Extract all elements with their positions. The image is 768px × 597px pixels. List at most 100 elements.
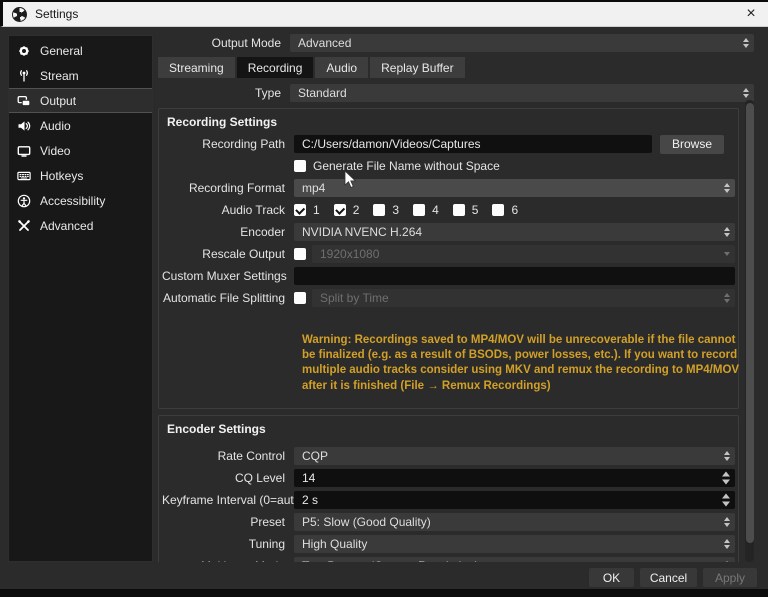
audio-track-checkboxes: 1 2 3 4 5 6: [294, 203, 525, 217]
spinner-arrows-icon: [743, 88, 749, 98]
custom-muxer-label: Custom Muxer Settings: [162, 269, 294, 283]
spinner-arrows-icon[interactable]: [722, 493, 730, 506]
audio-track-2-label: 2: [353, 203, 360, 217]
group-title: Encoder Settings: [162, 420, 735, 442]
encoder-label: Encoder: [162, 225, 294, 239]
scrollbar-thumb[interactable]: [746, 103, 754, 543]
sidebar-item-output[interactable]: Output: [9, 88, 152, 113]
audio-track-1-label: 1: [313, 203, 320, 217]
sidebar-item-label: Hotkeys: [40, 169, 83, 183]
spinner-arrows-icon[interactable]: [722, 471, 730, 484]
auto-split-checkbox[interactable]: [294, 292, 306, 304]
encoder-value: NVIDIA NVENC H.264: [302, 225, 422, 239]
encoder-settings-group: Encoder Settings Rate Control CQP CQ Lev…: [158, 415, 739, 562]
sidebar-item-audio[interactable]: Audio: [9, 113, 152, 138]
rate-control-value: CQP: [302, 449, 328, 463]
encoder-select[interactable]: NVIDIA NVENC H.264: [294, 223, 735, 241]
spinner-arrows-icon: [724, 227, 730, 237]
cancel-button[interactable]: Cancel: [640, 568, 697, 587]
keyboard-icon: [16, 168, 31, 183]
tab-audio[interactable]: Audio: [315, 57, 368, 78]
audio-track-1-checkbox[interactable]: [294, 204, 306, 216]
output-mode-value: Advanced: [298, 36, 351, 50]
sidebar-item-label: Accessibility: [40, 194, 105, 208]
keyframe-interval-label: Keyframe Interval (0=auto): [162, 493, 294, 507]
audio-track-row: Audio Track 1 2 3 4 5 6: [162, 201, 735, 219]
auto-split-label: Automatic File Splitting: [162, 291, 294, 305]
recording-path-label: Recording Path: [162, 137, 294, 151]
type-label: Type: [158, 86, 290, 100]
generate-no-space-label: Generate File Name without Space: [313, 159, 500, 173]
recording-format-select[interactable]: mp4: [294, 179, 735, 197]
audio-track-3-label: 3: [392, 203, 399, 217]
dialog-footer: OK Cancel Apply: [0, 562, 768, 590]
tuning-select[interactable]: High Quality: [294, 535, 735, 553]
auto-split-row: Automatic File Splitting Split by Time: [162, 289, 735, 307]
recording-path-row: Recording Path C:/Users/damon/Videos/Cap…: [162, 135, 735, 153]
scrollbar-track[interactable]: [745, 100, 754, 562]
titlebar: Settings ×: [0, 0, 768, 27]
recording-format-value: mp4: [302, 181, 325, 195]
audio-track-2-checkbox[interactable]: [334, 204, 346, 216]
tab-replay-buffer[interactable]: Replay Buffer: [370, 57, 465, 78]
spinner-arrows-icon: [724, 293, 730, 303]
sidebar-item-accessibility[interactable]: Accessibility: [9, 188, 152, 213]
rescale-output-checkbox[interactable]: [294, 248, 306, 260]
type-select[interactable]: Standard: [290, 84, 754, 102]
audio-track-3-checkbox[interactable]: [373, 204, 385, 216]
window-bottom-edge: [0, 589, 768, 597]
antenna-icon: [16, 68, 31, 83]
preset-row: Preset P5: Slow (Good Quality): [162, 513, 735, 531]
window-title: Settings: [35, 7, 78, 21]
sidebar-item-label: Video: [40, 144, 70, 158]
custom-muxer-input[interactable]: [294, 267, 735, 285]
rescale-output-select: 1920x1080: [312, 245, 735, 263]
custom-muxer-row: Custom Muxer Settings: [162, 267, 735, 285]
spinner-arrows-icon: [724, 517, 730, 527]
settings-scroll-area: Type Standard Recording Settings Recordi…: [158, 80, 760, 562]
sidebar-item-stream[interactable]: Stream: [9, 63, 152, 88]
generate-no-space-row: Generate File Name without Space: [162, 157, 735, 175]
output-mode-select[interactable]: Advanced: [290, 34, 754, 52]
close-icon[interactable]: ×: [738, 2, 764, 26]
audio-track-5-label: 5: [472, 203, 479, 217]
keyframe-interval-row: Keyframe Interval (0=auto) 2 s: [162, 491, 735, 509]
auto-split-value: Split by Time: [320, 291, 389, 305]
preset-select[interactable]: P5: Slow (Good Quality): [294, 513, 735, 531]
recording-path-input[interactable]: C:/Users/damon/Videos/Captures: [294, 135, 652, 153]
audio-track-4-checkbox[interactable]: [413, 204, 425, 216]
sidebar-item-video[interactable]: Video: [9, 138, 152, 163]
cq-level-spinbox[interactable]: 14: [294, 469, 735, 487]
sidebar-item-advanced[interactable]: Advanced: [9, 213, 152, 238]
tab-streaming[interactable]: Streaming: [158, 57, 235, 78]
sidebar-item-label: Output: [40, 94, 76, 108]
audio-track-5-checkbox[interactable]: [453, 204, 465, 216]
mouse-cursor: [344, 170, 357, 189]
audio-track-6-checkbox[interactable]: [492, 204, 504, 216]
sidebar-item-label: Audio: [40, 119, 71, 133]
rate-control-select[interactable]: CQP: [294, 447, 735, 465]
rescale-output-value: 1920x1080: [320, 247, 379, 261]
browse-button[interactable]: Browse: [660, 135, 724, 154]
sidebar-item-general[interactable]: General: [9, 38, 152, 63]
tab-recording[interactable]: Recording: [237, 57, 314, 78]
generate-no-space-checkbox[interactable]: [294, 160, 306, 172]
obs-logo-icon: [12, 7, 27, 22]
sidebar-item-hotkeys[interactable]: Hotkeys: [9, 163, 152, 188]
encoder-row: Encoder NVIDIA NVENC H.264: [162, 223, 735, 241]
ok-button[interactable]: OK: [589, 568, 634, 587]
output-tabbar: Streaming Recording Audio Replay Buffer: [158, 57, 465, 78]
apply-button[interactable]: Apply: [703, 568, 757, 587]
cq-level-row: CQ Level 14: [162, 469, 735, 487]
recording-format-row: Recording Format mp4: [162, 179, 735, 197]
accessibility-icon: [16, 193, 31, 208]
spinner-arrows-icon: [724, 539, 730, 549]
preset-value: P5: Slow (Good Quality): [302, 515, 431, 529]
sidebar-item-label: Stream: [40, 69, 79, 83]
chevron-down-icon: [724, 252, 730, 256]
rate-control-row: Rate Control CQP: [162, 447, 735, 465]
preset-label: Preset: [162, 515, 294, 529]
mp4-warning-text: Warning: Recordings saved to MP4/MOV wil…: [302, 333, 746, 394]
speaker-icon: [16, 118, 31, 133]
keyframe-interval-spinbox[interactable]: 2 s: [294, 491, 735, 509]
